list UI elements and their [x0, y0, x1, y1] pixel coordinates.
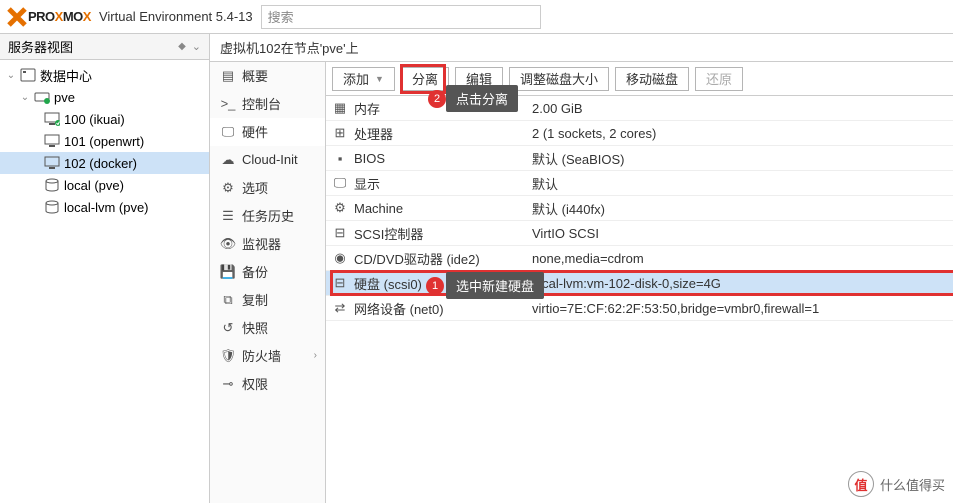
version-label: Virtual Environment 5.4-13 [99, 9, 253, 24]
tree-vm-101[interactable]: 101 (openwrt) [0, 130, 209, 152]
annotation-tooltip-1: 选中新建硬盘 [446, 272, 544, 299]
hw-row-display[interactable]: 🖵显示默认 [326, 171, 953, 196]
left-panel: 服务器视图 ◆ ⌄ ⌄ 数据中心 ⌄ pve 100 (ikuai) 101 (… [0, 34, 210, 503]
tree-vm-102[interactable]: 102 (docker) [0, 152, 209, 174]
cd-icon: ◉ [326, 250, 354, 266]
logo-x-icon [6, 6, 28, 28]
header: PROXMOX Virtual Environment 5.4-13 搜索 [0, 0, 953, 34]
sub-nav: ▤概要 >_控制台 🖵硬件 ☁Cloud-Init ⚙选项 ☰任务历史 👁监视器… [210, 62, 326, 503]
memory-icon: ▦ [326, 100, 354, 116]
eye-icon: 👁 [218, 236, 238, 252]
cpu-icon: ⊞ [326, 125, 354, 141]
tree-storage-local[interactable]: local (pve) [0, 174, 209, 196]
tree-node-pve[interactable]: ⌄ pve [0, 86, 209, 108]
nav-backup[interactable]: 💾备份 [210, 258, 325, 286]
hw-row-machine[interactable]: ⚙Machine默认 (i440fx) [326, 196, 953, 221]
hw-row-scsi[interactable]: ⊟SCSI控制器VirtIO SCSI [326, 221, 953, 246]
book-icon: ▤ [218, 68, 238, 84]
nav-permissions[interactable]: ⊸权限 [210, 370, 325, 398]
tree-datacenter[interactable]: ⌄ 数据中心 [0, 64, 209, 86]
resize-button[interactable]: 调整磁盘大小 [509, 67, 609, 91]
caret-down-icon: ▼ [375, 74, 384, 84]
monitor-icon: 🖵 [218, 124, 238, 140]
disk-icon: ⊟ [326, 275, 354, 291]
node-icon [32, 90, 52, 104]
vm-icon [42, 112, 62, 126]
collapse-icon[interactable]: ⌄ [4, 70, 18, 81]
resource-tree: ⌄ 数据中心 ⌄ pve 100 (ikuai) 101 (openwrt) 1… [0, 60, 209, 222]
key-icon: ⊸ [218, 376, 238, 392]
collapse-icon[interactable]: ⌄ [18, 92, 32, 103]
hw-row-cd[interactable]: ◉CD/DVD驱动器 (ide2)none,media=cdrom [326, 246, 953, 271]
annotation-badge-1: 1 [426, 277, 444, 295]
hw-row-bios[interactable]: ▪BIOS默认 (SeaBIOS) [326, 146, 953, 171]
content-panel: 虚拟机102在节点'pve'上 ▤概要 >_控制台 🖵硬件 ☁Cloud-Ini… [210, 34, 953, 503]
watermark-icon: 值 [848, 471, 874, 497]
chip-icon: ▪ [326, 151, 354, 166]
add-button[interactable]: 添加▼ [332, 67, 395, 91]
nav-cloudinit[interactable]: ☁Cloud-Init [210, 146, 325, 174]
copy-icon: ⧉ [218, 292, 238, 308]
hw-row-disk[interactable]: ⊟硬盘 (scsi0)local-lvm:vm-102-disk-0,size=… [326, 271, 953, 296]
gear-icon: ⚙ [218, 180, 238, 196]
nav-console[interactable]: >_控制台 [210, 90, 325, 118]
hw-row-cpu[interactable]: ⊞处理器2 (1 sockets, 2 cores) [326, 121, 953, 146]
drive-icon: ⊟ [326, 225, 354, 241]
nav-monitor[interactable]: 👁监视器 [210, 230, 325, 258]
vm-icon [42, 134, 62, 148]
annotation-tooltip-2: 点击分离 [446, 85, 518, 112]
hardware-table: ▦内存2.00 GiB ⊞处理器2 (1 sockets, 2 cores) ▪… [326, 96, 953, 503]
terminal-icon: >_ [218, 96, 238, 111]
storage-icon [42, 200, 62, 214]
nav-options[interactable]: ⚙选项 [210, 174, 325, 202]
machine-icon: ⚙ [326, 200, 354, 216]
view-selector[interactable]: 服务器视图 ◆ ⌄ [0, 34, 209, 60]
nav-summary[interactable]: ▤概要 [210, 62, 325, 90]
chevron-down-icon[interactable]: ⌄ [192, 40, 201, 53]
nav-hardware[interactable]: 🖵硬件 [210, 118, 325, 146]
detach-button[interactable]: 分离 [401, 67, 449, 91]
hw-row-memory[interactable]: ▦内存2.00 GiB [326, 96, 953, 121]
tree-vm-100[interactable]: 100 (ikuai) [0, 108, 209, 130]
search-input[interactable]: 搜索 [261, 5, 541, 29]
breadcrumb: 虚拟机102在节点'pve'上 [210, 34, 953, 62]
restore-button: 还原 [695, 67, 743, 91]
server-icon [18, 68, 38, 82]
nav-taskhistory[interactable]: ☰任务历史 [210, 202, 325, 230]
watermark: 值 什么值得买 [848, 471, 945, 497]
cloud-icon: ☁ [218, 152, 238, 168]
toolbar: 添加▼ 分离 编辑 调整磁盘大小 移动磁盘 还原 [326, 62, 953, 96]
logo: PROXMOX [6, 6, 91, 28]
shield-icon: 🛡 [218, 348, 238, 364]
vm-icon [42, 156, 62, 170]
nav-replication[interactable]: ⧉复制 [210, 286, 325, 314]
tree-storage-locallvm[interactable]: local-lvm (pve) [0, 196, 209, 218]
display-icon: 🖵 [326, 175, 354, 191]
network-icon: ⇄ [326, 300, 354, 316]
save-icon: 💾 [218, 264, 238, 280]
move-button[interactable]: 移动磁盘 [615, 67, 689, 91]
nav-snapshot[interactable]: ↺快照 [210, 314, 325, 342]
sort-icon: ◆ [178, 41, 186, 52]
history-icon: ↺ [218, 320, 238, 336]
nav-firewall[interactable]: 🛡防火墙› [210, 342, 325, 370]
chevron-right-icon: › [314, 350, 317, 361]
annotation-badge-2: 2 [428, 90, 446, 108]
main-panel: 添加▼ 分离 编辑 调整磁盘大小 移动磁盘 还原 ▦内存2.00 GiB ⊞处理… [326, 62, 953, 503]
list-icon: ☰ [218, 208, 238, 224]
storage-icon [42, 178, 62, 192]
hw-row-net[interactable]: ⇄网络设备 (net0)virtio=7E:CF:62:2F:53:50,bri… [326, 296, 953, 321]
